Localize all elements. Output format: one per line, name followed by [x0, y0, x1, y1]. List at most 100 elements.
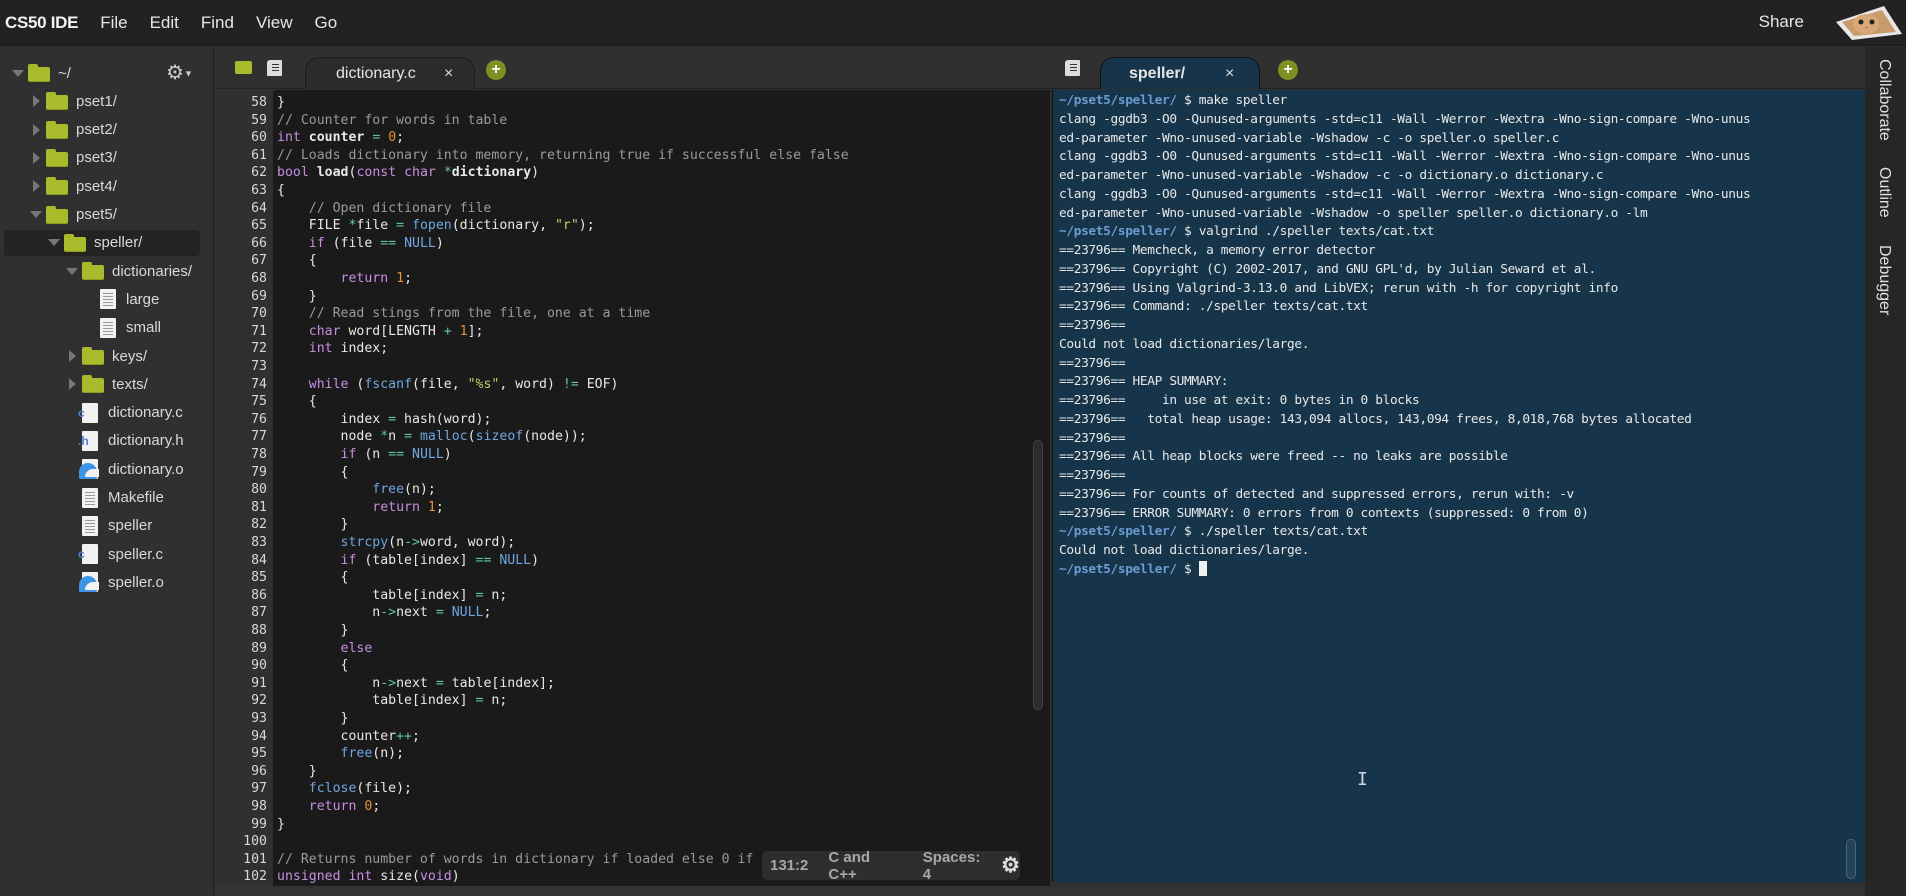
code-line[interactable]: // Loads dictionary into memory, returni… [277, 147, 849, 165]
code-line[interactable]: int counter = 0; [277, 129, 404, 147]
tree-item-dictionary-h[interactable]: .h dictionary.h [0, 428, 184, 454]
tree-item-speller-c[interactable]: c speller.c [0, 541, 163, 567]
code-line[interactable]: table[index] = n; [277, 692, 507, 710]
tab-dictionary-c[interactable]: dictionary.c × [305, 57, 475, 89]
code-line[interactable]: counter++; [277, 728, 420, 746]
code-line[interactable]: { [277, 569, 349, 587]
tree-item-pset2[interactable]: pset2/ [0, 117, 117, 143]
tab-list-icon[interactable] [267, 60, 282, 76]
share-button[interactable]: Share [1759, 12, 1804, 32]
chevron-down-icon[interactable] [48, 237, 60, 249]
chevron-down-icon[interactable] [30, 209, 42, 221]
code-line[interactable]: index = hash(word); [277, 411, 492, 429]
editor-scrollbar[interactable] [1033, 440, 1043, 710]
terminal-output[interactable]: ~/pset5/speller/ $ make speller clang -gg… [1052, 90, 1865, 882]
code-line[interactable]: int index; [277, 340, 388, 358]
code-line[interactable]: while (fscanf(file, "%s", word) != EOF) [277, 376, 619, 394]
chevron-right-icon[interactable] [30, 180, 42, 193]
tree-item-dictionary-c[interactable]: c dictionary.c [0, 400, 183, 426]
dock-tab-outline[interactable]: Outline [1875, 167, 1893, 218]
tree-item-small[interactable]: small [0, 315, 161, 341]
code-line[interactable]: table[index] = n; [277, 587, 507, 605]
code-line[interactable]: node *n = malloc(sizeof(node)); [277, 428, 587, 446]
code-line[interactable]: if (table[index] == NULL) [277, 552, 540, 570]
chevron-right-icon[interactable] [30, 151, 42, 164]
code-line[interactable]: unsigned int size(void) [277, 868, 460, 886]
add-tab-button[interactable]: + [486, 60, 506, 80]
gear-icon[interactable]: ⚙ [1001, 853, 1020, 878]
menu-file[interactable]: File [100, 13, 127, 33]
code-line[interactable]: { [277, 657, 349, 675]
code-line[interactable]: n->next = table[index]; [277, 675, 555, 693]
code-line[interactable]: free(n); [277, 745, 405, 763]
cat-avatar-icon[interactable] [1834, 4, 1904, 42]
tree-item-dictionary-o[interactable]: dictionary.o [0, 456, 184, 482]
tree-item-dictionaries[interactable]: dictionaries/ [0, 258, 192, 284]
tree-item-speller[interactable]: speller/ [4, 229, 200, 256]
chevron-right-icon[interactable] [66, 350, 78, 362]
chevron-right-icon[interactable] [66, 378, 78, 391]
code-line[interactable]: { [277, 182, 285, 200]
menu-go[interactable]: Go [315, 13, 338, 33]
menu-find[interactable]: Find [201, 13, 234, 33]
tree-item-large[interactable]: large [0, 286, 159, 312]
code-line[interactable]: if (file == NULL) [277, 235, 444, 253]
code-line[interactable]: else [277, 640, 373, 658]
tab-list-icon[interactable] [1065, 60, 1080, 76]
cursor-position[interactable]: 131:2 [770, 857, 808, 874]
tree-item-pset4[interactable]: pset4/ [0, 173, 117, 199]
tree-item-pset5[interactable]: pset5/ [0, 202, 117, 228]
tree-item-[interactable]: ~/ [0, 60, 71, 86]
tree-item-keys[interactable]: keys/ [0, 343, 147, 369]
code-line[interactable]: // Open dictionary file [277, 200, 492, 218]
code-line[interactable]: free(n); [277, 481, 436, 499]
code-editor[interactable]: }// Counter for words in table int counte… [273, 90, 1050, 886]
indent-setting[interactable]: Spaces: 4 [923, 849, 991, 883]
code-line[interactable]: char word[LENGTH + 1]; [277, 323, 484, 341]
folder-icon[interactable] [235, 61, 252, 74]
tree-item-texts[interactable]: texts/ [0, 371, 148, 397]
chevron-right-icon[interactable] [30, 95, 42, 108]
add-tab-button[interactable]: + [1278, 60, 1298, 80]
code-line[interactable]: n->next = NULL; [277, 604, 491, 622]
tree-item-speller[interactable]: speller [0, 513, 152, 539]
language-mode[interactable]: C and C++ [828, 849, 900, 883]
terminal-scrollbar[interactable] [1846, 839, 1856, 879]
code-line[interactable]: } [277, 763, 317, 781]
code-line[interactable]: FILE *file = fopen(dictionary, "r"); [277, 217, 595, 235]
code-line[interactable]: } [277, 288, 317, 306]
chevron-right-icon[interactable] [30, 123, 42, 136]
code-line[interactable]: return 0; [277, 798, 381, 816]
chevron-down-icon[interactable] [66, 265, 78, 277]
code-line[interactable]: { [277, 464, 349, 482]
code-line[interactable]: { [277, 252, 317, 270]
tree-item-makefile[interactable]: Makefile [0, 485, 164, 511]
tree-settings-button[interactable]: ⚙▼ [166, 60, 193, 85]
dock-tab-collaborate[interactable]: Collaborate [1875, 59, 1893, 141]
terminal-text: Could not load dictionaries/large. [1059, 543, 1310, 558]
tree-item-speller-o[interactable]: speller.o [0, 569, 164, 595]
code-line[interactable]: // Counter for words in table [277, 112, 507, 130]
code-line[interactable]: return 1; [277, 499, 444, 517]
menu-view[interactable]: View [256, 13, 293, 33]
code-line[interactable]: } [277, 516, 349, 534]
menu-edit[interactable]: Edit [150, 13, 179, 33]
code-line[interactable]: } [277, 710, 349, 728]
close-icon[interactable]: × [1225, 65, 1234, 83]
code-line[interactable]: } [277, 622, 349, 640]
code-line[interactable]: } [277, 94, 285, 112]
code-line[interactable]: bool load(const char *dictionary) [277, 164, 539, 182]
code-line[interactable]: { [277, 393, 317, 411]
code-line[interactable]: return 1; [277, 270, 413, 288]
tab-terminal-speller[interactable]: speller/ × [1100, 57, 1260, 89]
code-line[interactable]: if (n == NULL) [277, 446, 452, 464]
close-icon[interactable]: × [444, 65, 453, 83]
code-line[interactable]: // Read stings from the file, one at a t… [277, 305, 650, 323]
code-line[interactable]: strcpy(n->word, word); [277, 534, 516, 552]
chevron-down-icon[interactable] [12, 67, 24, 79]
code-line[interactable]: fclose(file); [277, 780, 412, 798]
dock-tab-debugger[interactable]: Debugger [1875, 245, 1893, 315]
code-line[interactable]: } [277, 816, 285, 834]
tree-item-pset3[interactable]: pset3/ [0, 145, 117, 171]
tree-item-pset1[interactable]: pset1/ [0, 88, 117, 114]
